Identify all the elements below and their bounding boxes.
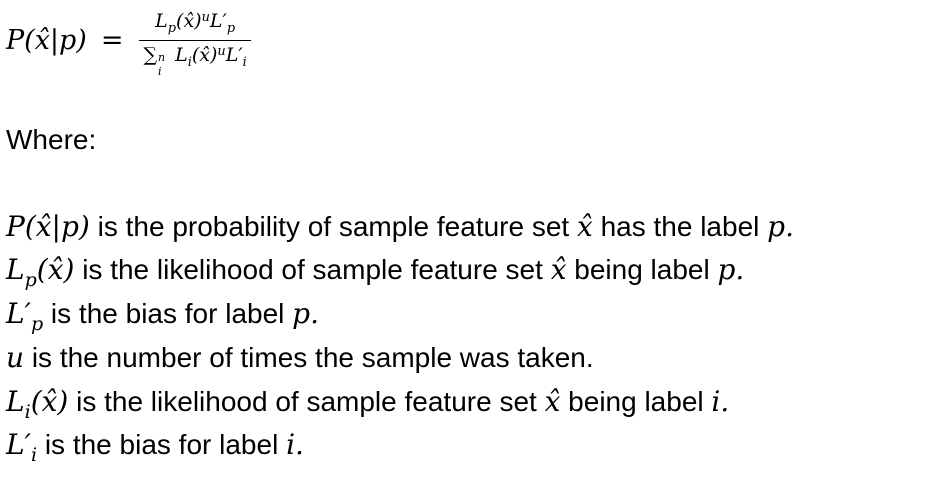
formula-denominator: ∑ n i Li(x̂)uL′i	[143, 44, 247, 79]
where-label: Where:	[6, 124, 97, 155]
bayes-formula: P(x̂|p) = Lp(x̂)uL′p ∑ n i Li(x̂)uL′i	[6, 4, 251, 79]
definition-u: u is the number of times the sample was …	[6, 341, 594, 374]
definition-likelihood-i: Li(x̂) is the likelihood of sample featu…	[6, 385, 730, 424]
formula-numerator: Lp(x̂)uL′p	[155, 9, 236, 36]
definition-probability: P(x̂|p) is the probability of sample fea…	[6, 210, 794, 243]
definition-bias-i: L′i is the bias for label i.	[6, 428, 304, 467]
definition-symbol: Li(x̂)	[6, 385, 69, 424]
formula-fraction: Lp(x̂)uL′p ∑ n i Li(x̂)uL′i	[139, 9, 251, 79]
definition-symbol: L′i	[6, 428, 38, 467]
fraction-bar	[139, 39, 251, 42]
definition-symbol: L′p	[6, 297, 44, 336]
definition-bias-p: L′p is the bias for label p.	[6, 297, 319, 336]
formula-lhs: P(x̂|p)	[6, 24, 87, 56]
definition-symbol: Lp(x̂)	[6, 253, 75, 292]
formula-equals: =	[100, 24, 124, 56]
definition-likelihood-p: Lp(x̂) is the likelihood of sample featu…	[6, 253, 745, 292]
definition-symbol: u	[6, 341, 25, 374]
definition-symbol: P(x̂|p)	[6, 210, 90, 243]
